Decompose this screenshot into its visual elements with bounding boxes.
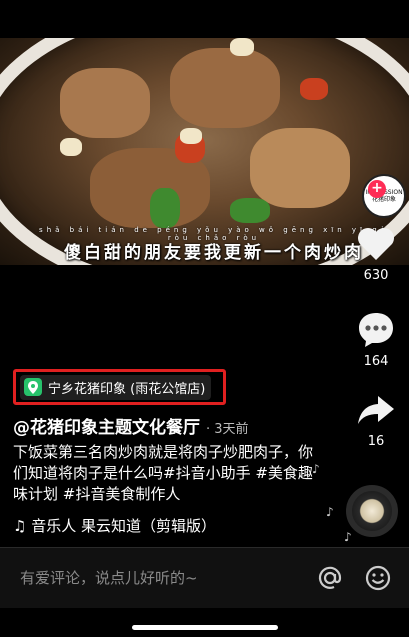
restaurant-logo-stamp: IMPRESSION 花猪印象: [362, 174, 406, 218]
share-count: 16: [367, 434, 385, 449]
food-graphic: [230, 38, 254, 56]
music-note-icon: ♪: [312, 462, 320, 476]
like-button[interactable]: 630: [350, 226, 402, 283]
food-graphic: [180, 128, 202, 144]
location-pin-icon: [24, 378, 42, 396]
video-subtitle: 傻白甜的朋友要我更新一个肉炒肉: [64, 243, 364, 263]
food-graphic: [250, 128, 350, 208]
comment-icon: [359, 313, 393, 347]
food-graphic: [150, 188, 180, 228]
author-line: @花猪印象主题文化餐厅 · 3天前: [13, 413, 249, 438]
food-graphic: [60, 138, 82, 156]
smiley-icon: [365, 565, 391, 591]
music-note-icon: ♪: [344, 530, 352, 544]
music-disc[interactable]: [346, 485, 398, 537]
heart-icon: [358, 228, 394, 260]
follow-plus-button[interactable]: +: [368, 180, 386, 198]
location-name: 宁乡花猪印象 (雨花公馆店): [48, 381, 206, 397]
home-indicator[interactable]: [132, 625, 278, 630]
location-highlight-box: 宁乡花猪印象 (雨花公馆店): [13, 369, 226, 405]
post-description[interactable]: 下饭菜第三名肉炒肉就是将肉子炒肥肉子，你们知道将肉子是什么吗#抖音小助手 #美食…: [13, 442, 313, 505]
music-note-icon: ♪: [326, 505, 334, 519]
post-time: · 3天前: [206, 422, 249, 437]
comment-count: 164: [363, 354, 389, 369]
comment-input[interactable]: 有爱评论，说点儿好听的~: [20, 567, 198, 588]
location-tag[interactable]: 宁乡花猪印象 (雨花公馆店): [20, 374, 212, 400]
comment-bar: 有爱评论，说点儿好听的~: [0, 548, 409, 608]
at-sign-icon: [318, 566, 342, 589]
food-graphic: [60, 68, 150, 138]
like-count: 630: [363, 268, 389, 283]
music-info[interactable]: ♫ 音乐人 果云知道（剪辑版）: [13, 515, 216, 536]
author-name[interactable]: @花猪印象主题文化餐厅: [13, 418, 200, 438]
emoji-button[interactable]: [364, 564, 392, 592]
share-button[interactable]: 16: [350, 392, 402, 449]
food-graphic: [300, 78, 328, 100]
food-graphic: [230, 198, 270, 223]
share-arrow-icon: [358, 396, 394, 424]
food-graphic: [170, 48, 280, 128]
mention-button[interactable]: [316, 564, 344, 592]
comment-button[interactable]: 164: [350, 310, 402, 369]
